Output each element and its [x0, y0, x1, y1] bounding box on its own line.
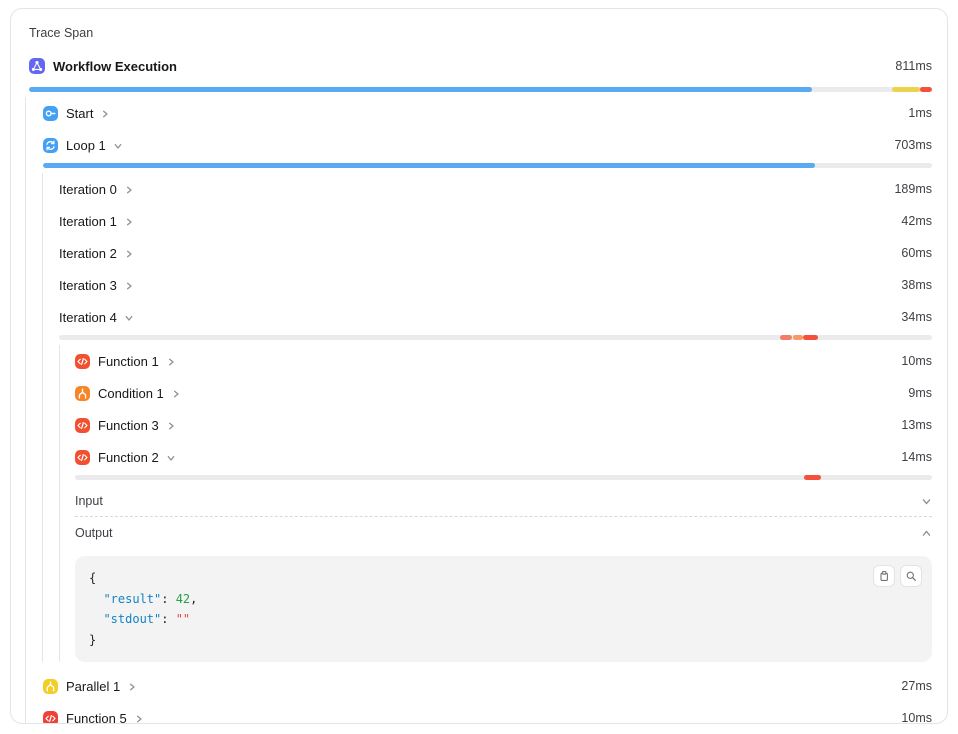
span-row-iteration-3[interactable]: Iteration 3 38ms: [59, 269, 932, 301]
span-row-iteration-0[interactable]: Iteration 0 189ms: [59, 173, 932, 205]
span-row-parallel-1[interactable]: Parallel 1 27ms: [43, 670, 932, 702]
chevron-right-icon[interactable]: [100, 109, 110, 119]
code-line: }: [89, 630, 918, 651]
input-section-header[interactable]: Input: [75, 485, 932, 517]
span-duration: 60ms: [901, 247, 932, 260]
workflow-timeline-bar: [29, 87, 932, 92]
copy-icon: [878, 570, 890, 582]
code-token: "result": [89, 592, 161, 606]
span-label: Function 2: [98, 451, 159, 464]
parallel-icon: [43, 679, 58, 694]
chevron-right-icon[interactable]: [127, 682, 137, 692]
chevron-right-icon[interactable]: [124, 281, 134, 291]
workflow-icon: [29, 58, 45, 74]
span-duration: 10ms: [901, 355, 932, 368]
chevron-right-icon[interactable]: [171, 389, 181, 399]
code-line: "stdout": "": [89, 609, 918, 630]
span-duration: 42ms: [901, 215, 932, 228]
span-row-function-2[interactable]: Function 2 14ms: [75, 441, 932, 473]
span-duration: 14ms: [901, 451, 932, 464]
span-row-workflow-execution[interactable]: Workflow Execution 811ms: [29, 53, 932, 79]
code-line: {: [89, 568, 918, 589]
chevron-right-icon[interactable]: [124, 217, 134, 227]
span-label: Condition 1: [98, 387, 164, 400]
chevron-right-icon[interactable]: [166, 421, 176, 431]
span-label: Iteration 4: [59, 311, 117, 324]
span-duration: 34ms: [901, 311, 932, 324]
span-label: Workflow Execution: [53, 60, 177, 73]
span-label: Iteration 3: [59, 279, 117, 292]
span-label: Loop 1: [66, 139, 106, 152]
panel-title: Trace Span: [29, 26, 932, 40]
span-label: Iteration 2: [59, 247, 117, 260]
output-code-block: { "result": 42, "stdout": "" }: [75, 556, 932, 662]
span-row-start[interactable]: Start 1ms: [43, 97, 932, 129]
span-row-iteration-4[interactable]: Iteration 4 34ms: [59, 301, 932, 333]
span-label: Iteration 1: [59, 215, 117, 228]
code-toolbar: [873, 565, 922, 587]
loop-icon: [43, 138, 58, 153]
copy-button[interactable]: [873, 565, 895, 587]
chevron-down-icon[interactable]: [166, 453, 176, 463]
span-row-iteration-2[interactable]: Iteration 2 60ms: [59, 237, 932, 269]
span-label: Iteration 0: [59, 183, 117, 196]
span-duration: 38ms: [901, 279, 932, 292]
span-duration: 10ms: [901, 712, 932, 724]
level-2-children: Iteration 0 189ms Iteration 1 42ms Itera…: [42, 173, 932, 662]
code-token: {: [89, 571, 96, 585]
code-token: 42: [176, 592, 190, 606]
start-icon: [43, 106, 58, 121]
level-3-children: Function 1 10ms Condition 1: [59, 345, 932, 662]
span-label: Function 3: [98, 419, 159, 432]
search-button[interactable]: [900, 565, 922, 587]
chevron-right-icon[interactable]: [166, 357, 176, 367]
chevron-right-icon[interactable]: [124, 249, 134, 259]
span-label: Function 5: [66, 712, 127, 725]
input-label: Input: [75, 494, 103, 508]
code-token: :: [161, 592, 175, 606]
code-line: "result": 42,: [89, 589, 918, 610]
span-duration: 189ms: [894, 183, 932, 196]
span-duration: 811ms: [895, 60, 932, 73]
condition-icon: [75, 386, 90, 401]
span-row-loop-1[interactable]: Loop 1 703ms: [43, 129, 932, 161]
code-icon: [75, 418, 90, 433]
chevron-down-icon[interactable]: [113, 141, 123, 151]
chevron-right-icon[interactable]: [134, 714, 144, 724]
code-token: :: [161, 612, 175, 626]
output-section-header[interactable]: Output: [75, 517, 932, 548]
loop-timeline-bar: [43, 163, 932, 168]
span-label: Function 1: [98, 355, 159, 368]
span-row-iteration-1[interactable]: Iteration 1 42ms: [59, 205, 932, 237]
chevron-down-icon[interactable]: [921, 496, 932, 507]
output-label: Output: [75, 526, 113, 540]
code-token: }: [89, 633, 96, 647]
code-token: "": [176, 612, 190, 626]
chevron-down-icon[interactable]: [124, 313, 134, 323]
trace-span-panel: Trace Span Workflow Execution 811ms Star…: [10, 8, 948, 724]
iteration-4-timeline-bar: [59, 335, 932, 340]
span-duration: 9ms: [908, 387, 932, 400]
code-token: "stdout": [89, 612, 161, 626]
span-duration: 1ms: [908, 107, 932, 120]
span-duration: 703ms: [894, 139, 932, 152]
search-icon: [905, 570, 917, 582]
chevron-right-icon[interactable]: [124, 185, 134, 195]
code-icon: [43, 711, 58, 725]
span-row-function-1[interactable]: Function 1 10ms: [75, 345, 932, 377]
span-row-condition-1[interactable]: Condition 1 9ms: [75, 377, 932, 409]
function-2-timeline-bar: [75, 475, 932, 480]
span-duration: 27ms: [901, 680, 932, 693]
span-row-function-5[interactable]: Function 5 10ms: [43, 702, 932, 724]
span-duration: 13ms: [901, 419, 932, 432]
code-icon: [75, 450, 90, 465]
span-row-function-3[interactable]: Function 3 13ms: [75, 409, 932, 441]
span-label: Start: [66, 107, 93, 120]
span-label: Parallel 1: [66, 680, 120, 693]
chevron-up-icon[interactable]: [921, 528, 932, 539]
code-token: ,: [190, 592, 197, 606]
level-1-children: Start 1ms Loop 1 703ms: [25, 97, 932, 724]
code-icon: [75, 354, 90, 369]
